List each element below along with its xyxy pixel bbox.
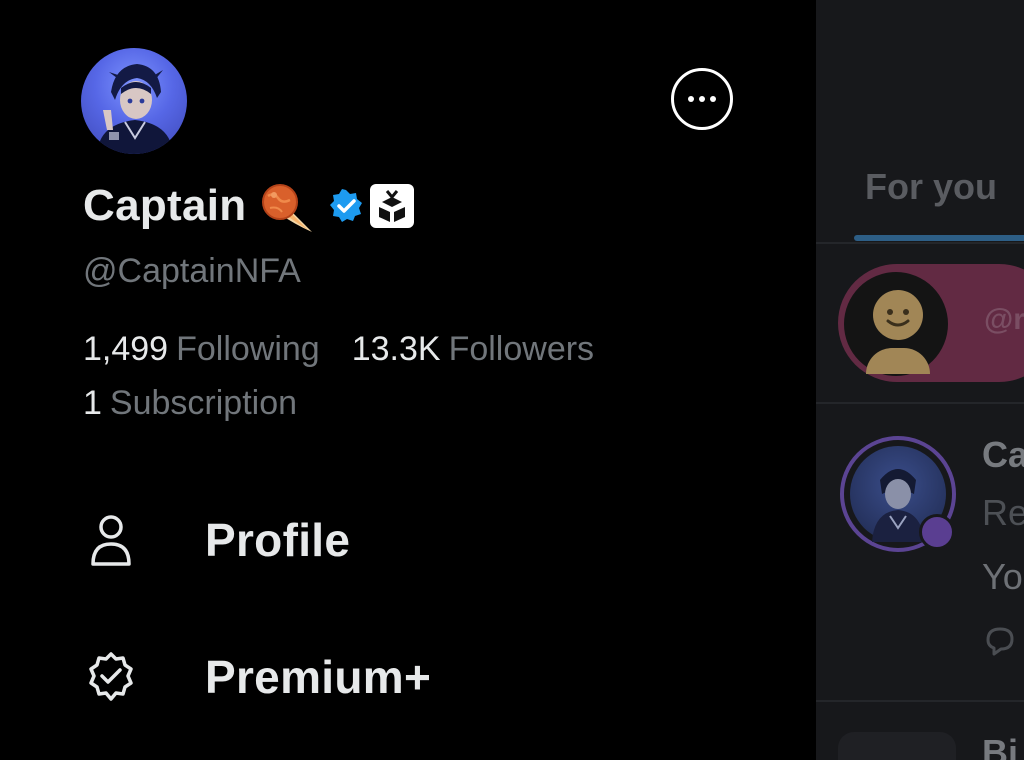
profile-name-row: Captain (83, 176, 415, 236)
follow-stats: 1,499 Following 13.3K Followers (83, 330, 594, 369)
divider (816, 242, 1024, 244)
person-icon (83, 512, 139, 568)
more-dot (699, 96, 705, 102)
tweet-repost-label: Re (982, 492, 1024, 533)
more-dot (710, 96, 716, 102)
meteor-emoji-icon (258, 178, 316, 234)
subscription-stats: 1 Subscription (83, 384, 297, 423)
account-drawer: Captain @CaptainNFA 1,499 Following 13.3… (0, 0, 816, 760)
subscription-label: Subscription (109, 384, 298, 422)
next-tweet-avatar[interactable] (838, 732, 956, 760)
next-tweet-author[interactable]: Bi (982, 732, 1018, 760)
tab-for-you[interactable]: For you (865, 166, 997, 208)
profile-handle: @CaptainNFA (83, 252, 301, 290)
divider (816, 402, 1024, 404)
menu-item-profile[interactable]: Profile (83, 505, 743, 575)
community-badge-icon (919, 514, 955, 550)
tweet-text: Yo (982, 556, 1023, 597)
default-avatar-head-icon (873, 290, 923, 340)
premium-badge-icon (83, 649, 139, 705)
subscription-count: 1 (83, 384, 102, 422)
profile-avatar[interactable] (81, 48, 187, 154)
followers-link[interactable]: 13.3K Followers (352, 330, 594, 369)
followers-label: Followers (448, 330, 595, 368)
app-root: For you @r Ca Re Yo Bi Captain @CaptainN… (0, 0, 1024, 760)
reply-icon[interactable] (982, 622, 1018, 658)
verified-badge-icon[interactable] (328, 188, 364, 224)
followers-count: 13.3K (351, 330, 441, 368)
more-horizontal-icon (688, 96, 694, 102)
space-handle: @r (984, 303, 1024, 336)
following-count: 1,499 (83, 330, 169, 368)
subscriptions-link[interactable]: 1 Subscription (83, 384, 297, 423)
menu-item-premium-plus[interactable]: Premium+ (83, 642, 743, 712)
more-options-button[interactable] (671, 68, 733, 130)
home-timeline-backdrop[interactable]: For you @r Ca Re Yo Bi (816, 0, 1024, 760)
gift-box-icon[interactable] (370, 184, 415, 228)
following-link[interactable]: 1,499 Following (83, 330, 320, 369)
active-tab-indicator (854, 235, 1024, 241)
following-label: Following (176, 330, 320, 368)
divider (816, 700, 1024, 702)
display-name[interactable]: Captain (83, 181, 246, 231)
tweet-author-name[interactable]: Ca (982, 434, 1024, 476)
menu-item-label: Premium+ (205, 651, 432, 703)
menu-item-label: Profile (205, 514, 351, 566)
